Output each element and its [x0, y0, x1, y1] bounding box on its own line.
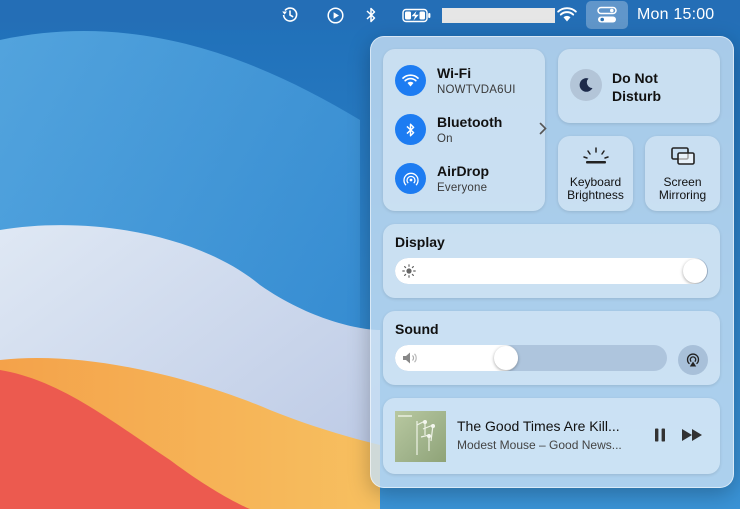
wifi-toggle-icon[interactable]	[395, 65, 426, 96]
display-title: Display	[395, 234, 445, 250]
keyboard-brightness-label: Keyboard Brightness	[558, 176, 633, 202]
airdrop-status: Everyone	[437, 182, 488, 194]
airdrop-toggle-icon[interactable]	[395, 163, 426, 194]
fast-forward-icon	[682, 429, 702, 441]
screen-mirroring-icon	[645, 146, 720, 166]
chevron-right-icon[interactable]	[539, 122, 547, 140]
dnd-label-line1: Do Not	[612, 70, 658, 86]
album-artwork[interactable]	[395, 411, 446, 462]
control-center-icon[interactable]	[586, 1, 628, 29]
sound-title: Sound	[395, 321, 439, 337]
volume-slider-knob[interactable]	[494, 346, 518, 370]
keyboard-brightness-icon	[558, 146, 633, 166]
redacted-network-name	[442, 8, 555, 23]
play-icon[interactable]	[324, 0, 346, 30]
moon-icon	[570, 69, 602, 101]
dnd-label-line2: Disturb	[612, 88, 661, 104]
battery-charging-icon[interactable]	[401, 0, 433, 30]
bluetooth-icon[interactable]	[363, 0, 379, 30]
brightness-sun-icon	[402, 264, 416, 283]
display-tile: Display	[383, 224, 720, 298]
bluetooth-title: Bluetooth	[437, 114, 503, 130]
bluetooth-row[interactable]: Bluetooth On	[395, 114, 547, 148]
screen-mirroring-label: Screen Mirroring	[645, 176, 720, 202]
display-brightness-slider[interactable]	[395, 258, 708, 284]
control-center-panel: Wi-Fi NOWTVDA6UI Bluetooth On AirDrop Ev…	[370, 36, 734, 488]
airdrop-row[interactable]: AirDrop Everyone	[395, 163, 545, 197]
menu-bar: Mon 15:00	[0, 0, 740, 30]
now-playing-artist[interactable]: Modest Mouse – Good News...	[457, 438, 642, 452]
next-track-button[interactable]	[681, 427, 705, 443]
screen-mirroring-tile[interactable]: Screen Mirroring	[645, 136, 720, 211]
display-slider-fill	[395, 258, 707, 284]
airplay-audio-icon	[686, 353, 700, 367]
bluetooth-status: On	[437, 133, 453, 145]
sound-tile: Sound	[383, 311, 720, 385]
time-machine-icon[interactable]	[279, 0, 301, 30]
now-playing-tile: The Good Times Are Kill... Modest Mouse …	[383, 398, 720, 474]
now-playing-title[interactable]: The Good Times Are Kill...	[457, 418, 642, 434]
wifi-icon[interactable]	[556, 0, 578, 30]
screen-mirroring-line2: Mirroring	[658, 188, 707, 202]
airdrop-title: AirDrop	[437, 163, 490, 179]
wifi-network-name: NOWTVDA6UI	[437, 84, 516, 96]
wifi-row[interactable]: Wi-Fi NOWTVDA6UI	[395, 65, 545, 99]
bluetooth-toggle-icon[interactable]	[395, 114, 426, 145]
keyboard-brightness-line2: Brightness	[567, 188, 624, 202]
do-not-disturb-tile[interactable]: Do Not Disturb	[558, 49, 720, 123]
dnd-label: Do Not Disturb	[612, 69, 712, 105]
wifi-title: Wi-Fi	[437, 65, 472, 81]
airplay-audio-button[interactable]	[678, 345, 708, 375]
display-slider-knob[interactable]	[683, 259, 707, 283]
menu-bar-clock[interactable]: Mon 15:00	[637, 0, 714, 30]
volume-slider[interactable]	[395, 345, 667, 371]
network-tile: Wi-Fi NOWTVDA6UI Bluetooth On AirDrop Ev…	[383, 49, 547, 211]
speaker-icon	[402, 351, 420, 370]
pause-button[interactable]	[653, 427, 667, 443]
keyboard-brightness-tile[interactable]: Keyboard Brightness	[558, 136, 633, 211]
pause-icon	[655, 428, 665, 442]
